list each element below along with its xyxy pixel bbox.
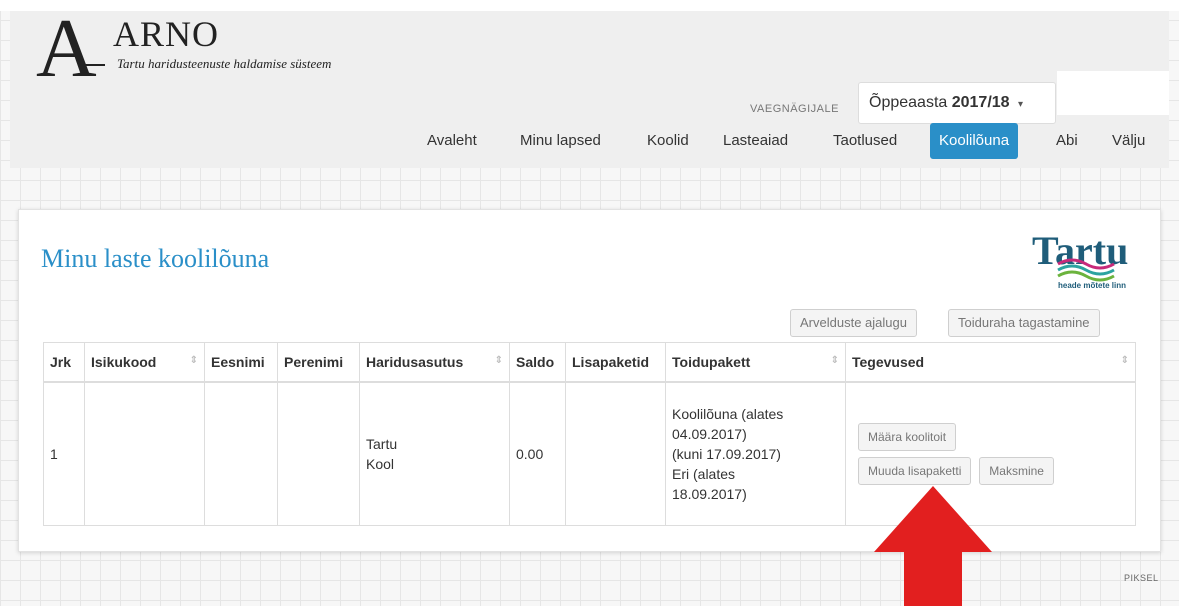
nav-item-koolid[interactable]: Koolid [647, 123, 689, 159]
cell-eesnimi [204, 381, 278, 526]
column-header-jrk[interactable]: Jrk [43, 342, 85, 383]
cell-perenimi [277, 381, 360, 526]
sort-icon: ⇕ [1120, 355, 1129, 366]
footer-watermark: PIKSEL [1124, 573, 1159, 583]
nav-item-koolilouna[interactable]: Koolilõuna [930, 123, 1019, 159]
table-header-row: Jrk Isikukood ⇕ Eesnimi Perenimi Haridusa… [43, 342, 1136, 383]
logo-rule [84, 64, 105, 66]
column-header-eesnimi[interactable]: Eesnimi [204, 342, 278, 383]
page-title: Minu laste koolilõuna [41, 244, 270, 273]
logo-name[interactable]: ARNO [113, 15, 219, 53]
column-header-haridusasutus[interactable]: Haridusasutus ⇕ [359, 342, 510, 383]
payment-button[interactable]: Maksmine [979, 456, 1054, 485]
nav-item-valju[interactable]: Välju [1112, 123, 1145, 159]
cell-isikukood [84, 381, 205, 526]
change-package-button[interactable]: Muuda lisapaketti [858, 456, 972, 485]
header-right-blank [1057, 71, 1169, 115]
column-header-toidupakett[interactable]: Toidupakett ⇕ [665, 342, 846, 383]
column-header-tegevused[interactable]: Tegevused ⇕ [845, 342, 1136, 383]
nav-item-lasteaiad[interactable]: Lasteaiad [723, 123, 788, 159]
top-strip [0, 0, 1179, 11]
column-header-perenimi[interactable]: Perenimi [277, 342, 360, 383]
assign-meal-button[interactable]: Määra koolitoit [858, 422, 957, 451]
cell-haridusasutus: Tartu Kool [359, 381, 510, 526]
sort-icon: ⇕ [189, 355, 198, 366]
cell-toidupakett: Koolilõuna (alates 04.09.2017) (kuni 17.… [665, 381, 846, 526]
column-header-isikukood[interactable]: Isikukood ⇕ [84, 342, 205, 383]
year-select-prefix: Õppeaasta [869, 94, 948, 111]
school-year-select[interactable]: Õppeaasta 2017/18 ▾ [858, 82, 1056, 124]
nav-item-abi[interactable]: Abi [1056, 123, 1078, 159]
nav-item-minu-lapsed[interactable]: Minu lapsed [520, 123, 601, 159]
tartu-city-logo: Tartu heade mõtete linn [1032, 228, 1128, 290]
food-money-refund-button[interactable]: Toiduraha tagastamine [948, 309, 1100, 337]
low-vision-link[interactable]: VAEGNÄGIJALE [750, 103, 839, 115]
year-select-value: 2017/18 [951, 94, 1010, 111]
cell-saldo: 0.00 [509, 381, 566, 526]
column-header-lisapaketid[interactable]: Lisapaketid [565, 342, 666, 383]
column-header-saldo[interactable]: Saldo [509, 342, 566, 383]
billing-history-button[interactable]: Arvelduste ajalugu [790, 309, 917, 337]
sort-icon: ⇕ [494, 355, 503, 366]
nav-item-avaleht[interactable]: Avaleht [427, 123, 477, 159]
cell-lisapaketid [565, 381, 666, 526]
tartu-logo-tagline: heade mõtete linn [1058, 281, 1126, 290]
logo-subtitle: Tartu haridusteenuste haldamise süsteem [117, 56, 332, 71]
logo-letter[interactable]: A [36, 7, 97, 91]
nav-item-taotlused[interactable]: Taotlused [833, 123, 897, 159]
sort-icon: ⇕ [830, 355, 839, 366]
red-arrow-icon [874, 486, 992, 606]
cell-jrk: 1 [43, 381, 85, 526]
chevron-down-icon: ▾ [1018, 99, 1024, 110]
